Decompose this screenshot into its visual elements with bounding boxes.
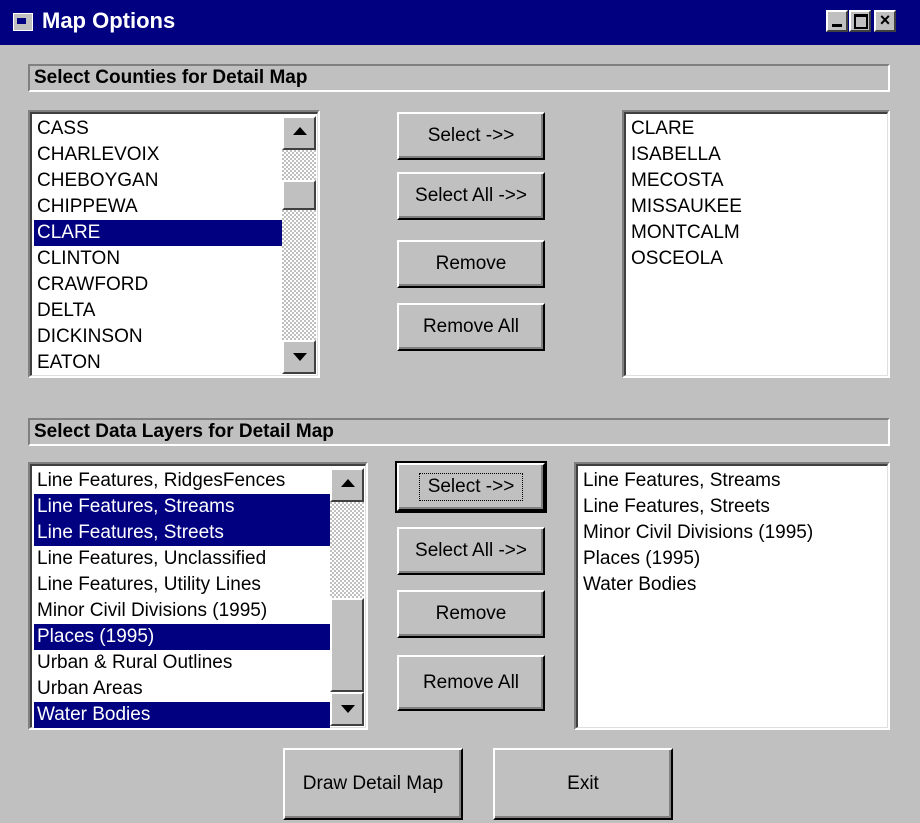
- layers-scrollbar[interactable]: [330, 468, 364, 726]
- layers-select-label: Select ->>: [418, 473, 524, 501]
- counties-scrollbar[interactable]: [282, 116, 316, 374]
- layers-remove-all-button[interactable]: Remove All: [397, 655, 545, 711]
- list-item[interactable]: MISSAUKEE: [628, 194, 878, 220]
- list-item[interactable]: Minor Civil Divisions (1995): [580, 520, 880, 546]
- counties-select-all-button[interactable]: Select All ->>: [397, 172, 545, 220]
- counties-heading: Select Counties for Detail Map: [28, 64, 890, 92]
- window-title: Map Options: [42, 8, 176, 33]
- list-item[interactable]: Line Features, Streets: [580, 494, 880, 520]
- list-item[interactable]: Line Features, Utility Lines: [34, 572, 330, 598]
- title-bar[interactable]: Map Options ×: [0, 0, 920, 45]
- scroll-up-button[interactable]: [282, 116, 316, 150]
- scroll-thumb[interactable]: [330, 598, 364, 692]
- exit-button[interactable]: Exit: [493, 748, 673, 820]
- list-item[interactable]: CLINTON: [34, 246, 282, 272]
- available-counties-list[interactable]: CASS CHARLEVOIX CHEBOYGAN CHIPPEWA CLARE CLIN…: [28, 110, 320, 378]
- list-item[interactable]: MECOSTA: [628, 168, 878, 194]
- list-item[interactable]: Minor Civil Divisions (1995): [34, 598, 330, 624]
- layers-heading: Select Data Layers for Detail Map: [28, 418, 890, 446]
- draw-detail-map-button[interactable]: Draw Detail Map: [283, 748, 463, 820]
- scroll-up-button[interactable]: [330, 468, 364, 502]
- list-item[interactable]: Line Features, Unclassified: [34, 546, 330, 572]
- list-item[interactable]: CLARE: [34, 220, 282, 246]
- up-arrow-icon: [293, 127, 307, 135]
- layers-select-all-button[interactable]: Select All ->>: [397, 527, 545, 575]
- list-item[interactable]: CASS: [34, 116, 282, 142]
- list-item[interactable]: CHIPPEWA: [34, 194, 282, 220]
- list-item[interactable]: EATON: [34, 350, 282, 376]
- app-icon[interactable]: [13, 13, 33, 31]
- minimize-button[interactable]: [826, 10, 848, 32]
- counties-remove-button[interactable]: Remove: [397, 240, 545, 288]
- scroll-down-button[interactable]: [330, 692, 364, 726]
- counties-remove-all-button[interactable]: Remove All: [397, 303, 545, 351]
- selected-counties-list[interactable]: CLARE ISABELLA MECOSTA MISSAUKEE MONTCALM OSC…: [622, 110, 890, 378]
- list-item[interactable]: MONTCALM: [628, 220, 878, 246]
- list-item[interactable]: CLARE: [628, 116, 878, 142]
- list-item[interactable]: OSCEOLA: [628, 246, 878, 272]
- layers-remove-button[interactable]: Remove: [397, 590, 545, 638]
- selected-layers-list[interactable]: Line Features, Streams Line Features, Str…: [574, 462, 890, 730]
- list-item[interactable]: Line Features, RidgesFences: [34, 468, 330, 494]
- layers-select-button[interactable]: Select ->>: [395, 461, 547, 513]
- down-arrow-icon: [293, 353, 307, 361]
- counties-select-button[interactable]: Select ->>: [397, 112, 545, 160]
- scroll-down-button[interactable]: [282, 340, 316, 374]
- list-item[interactable]: Places (1995): [34, 624, 330, 650]
- list-item[interactable]: ISABELLA: [628, 142, 878, 168]
- list-item[interactable]: Water Bodies: [580, 572, 880, 598]
- scroll-thumb[interactable]: [282, 180, 316, 210]
- list-item[interactable]: Places (1995): [580, 546, 880, 572]
- map-options-window: Map Options × Select Counties for Detail…: [0, 0, 920, 823]
- list-item[interactable]: CHARLEVOIX: [34, 142, 282, 168]
- list-item[interactable]: CHEBOYGAN: [34, 168, 282, 194]
- list-item[interactable]: Urban & Rural Outlines: [34, 650, 330, 676]
- list-item[interactable]: Urban Areas: [34, 676, 330, 702]
- list-item[interactable]: Line Features, Streams: [34, 494, 330, 520]
- list-item[interactable]: Water Bodies: [34, 702, 330, 728]
- maximize-button[interactable]: [849, 10, 871, 32]
- list-item[interactable]: DICKINSON: [34, 324, 282, 350]
- close-button[interactable]: ×: [874, 10, 896, 32]
- down-arrow-icon: [341, 705, 355, 713]
- available-layers-list[interactable]: Line Features, RidgesFences Line Features…: [28, 462, 368, 730]
- list-item[interactable]: Line Features, Streams: [580, 468, 880, 494]
- list-item[interactable]: CRAWFORD: [34, 272, 282, 298]
- list-item[interactable]: Line Features, Streets: [34, 520, 330, 546]
- close-icon: ×: [879, 10, 891, 30]
- up-arrow-icon: [341, 479, 355, 487]
- list-item[interactable]: DELTA: [34, 298, 282, 324]
